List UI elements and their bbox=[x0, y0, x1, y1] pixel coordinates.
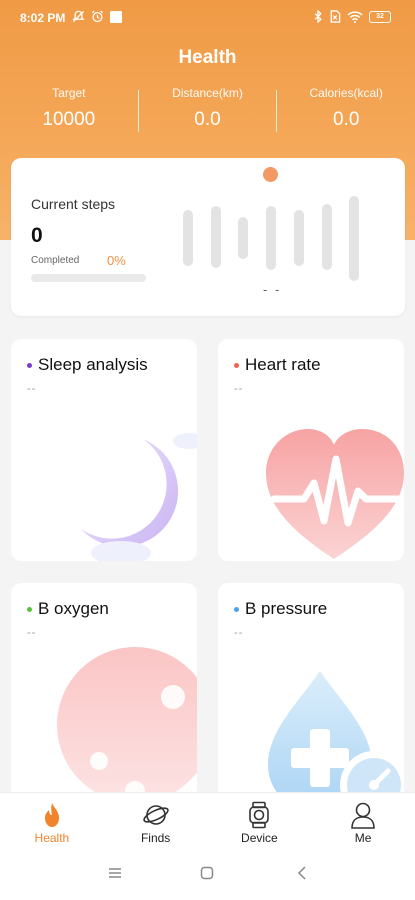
nav-label: Device bbox=[241, 831, 278, 845]
oxygen-value: -- bbox=[27, 627, 37, 639]
steps-value: 0 bbox=[31, 224, 43, 247]
stat-value: 10000 bbox=[42, 109, 96, 130]
blood-cell-icon bbox=[57, 647, 197, 793]
alarm-icon bbox=[91, 10, 104, 23]
card-dot bbox=[27, 606, 32, 612]
blood-pressure-card[interactable]: B pressure -- bbox=[218, 583, 404, 813]
nav-item-me[interactable]: Me bbox=[311, 793, 415, 852]
no-sim-icon bbox=[330, 10, 341, 23]
card-title: B oxygen bbox=[27, 599, 109, 619]
steps-card[interactable]: Current steps 0 Completed 0% - - bbox=[11, 158, 405, 316]
status-right-icons: 32 bbox=[313, 10, 391, 23]
step-bar bbox=[238, 217, 248, 259]
step-bar bbox=[183, 210, 193, 266]
bluetooth-icon bbox=[314, 10, 322, 23]
completed-label: Completed bbox=[31, 255, 80, 266]
wifi-icon bbox=[347, 10, 363, 23]
stat-label: Target bbox=[52, 86, 86, 100]
battery-icon: 32 bbox=[369, 10, 391, 23]
completed-percent: 0% bbox=[107, 253, 126, 268]
home-icon[interactable] bbox=[200, 866, 214, 880]
heart-pulse-icon bbox=[266, 429, 404, 559]
person-icon bbox=[351, 802, 375, 829]
heart-rate-card[interactable]: Heart rate -- bbox=[218, 339, 404, 561]
nav-item-health[interactable]: Health bbox=[0, 793, 104, 852]
indicator-dot bbox=[263, 167, 278, 182]
stat-label: Distance(km) bbox=[172, 86, 243, 100]
moon-icon bbox=[81, 433, 197, 561]
nav-label: Finds bbox=[140, 831, 171, 845]
flame-icon bbox=[44, 803, 59, 827]
step-bar bbox=[294, 210, 304, 266]
notification-square-icon bbox=[110, 10, 122, 23]
stat-distance: Distance(km) 0.0 bbox=[139, 86, 277, 136]
blood-oxygen-card[interactable]: B oxygen -- bbox=[11, 583, 197, 813]
stat-calories: Calories(kcal) 0.0 bbox=[277, 86, 415, 136]
page-title: Health bbox=[178, 47, 237, 68]
nav-label: Health bbox=[34, 831, 70, 845]
card-dot bbox=[27, 362, 32, 368]
steps-progress-bar bbox=[31, 274, 146, 282]
card-title: Sleep analysis bbox=[27, 355, 148, 375]
system-navigation-bar bbox=[0, 852, 415, 900]
oxygen-title: B oxygen bbox=[38, 599, 109, 618]
step-bar bbox=[266, 206, 276, 270]
planet-icon bbox=[142, 805, 169, 825]
menu-icon[interactable] bbox=[108, 866, 122, 880]
status-time: 8:02 PM bbox=[20, 11, 66, 25]
watch-icon bbox=[249, 801, 270, 829]
mute-bell-icon bbox=[72, 10, 85, 23]
sleep-title: Sleep analysis bbox=[38, 355, 148, 374]
step-bar bbox=[349, 196, 359, 281]
nav-item-finds[interactable]: Finds bbox=[104, 793, 208, 852]
card-title: Heart rate bbox=[234, 355, 321, 375]
sleep-analysis-card[interactable]: Sleep analysis -- bbox=[11, 339, 197, 561]
card-title: B pressure bbox=[234, 599, 327, 619]
step-bar bbox=[211, 206, 221, 268]
stat-target: Target 10000 bbox=[0, 86, 138, 136]
status-bar: 8:02 PM 32 bbox=[0, 0, 415, 36]
stat-label: Calories(kcal) bbox=[309, 86, 383, 100]
back-icon[interactable] bbox=[296, 866, 308, 880]
card-dot bbox=[234, 362, 239, 368]
card-dot bbox=[234, 606, 239, 612]
steps-dashes: - - bbox=[263, 282, 282, 297]
stat-value: 0.0 bbox=[332, 109, 360, 130]
steps-bar-graph bbox=[183, 196, 363, 281]
sleep-value: -- bbox=[27, 383, 37, 395]
nav-label: Me bbox=[354, 831, 372, 845]
steps-label: Current steps bbox=[31, 196, 116, 212]
nav-item-device[interactable]: Device bbox=[208, 793, 312, 852]
heart-title: Heart rate bbox=[245, 355, 321, 374]
status-left-icons bbox=[72, 10, 122, 23]
step-bar bbox=[322, 204, 332, 270]
summary-stats: Target 10000 Distance(km) 0.0 Calories(k… bbox=[0, 86, 415, 136]
bottom-navigation: Health Finds Device Me bbox=[0, 792, 415, 852]
heart-value: -- bbox=[234, 383, 244, 395]
pressure-value: -- bbox=[234, 627, 244, 639]
stat-value: 0.0 bbox=[194, 109, 221, 130]
pressure-title: B pressure bbox=[245, 599, 328, 618]
